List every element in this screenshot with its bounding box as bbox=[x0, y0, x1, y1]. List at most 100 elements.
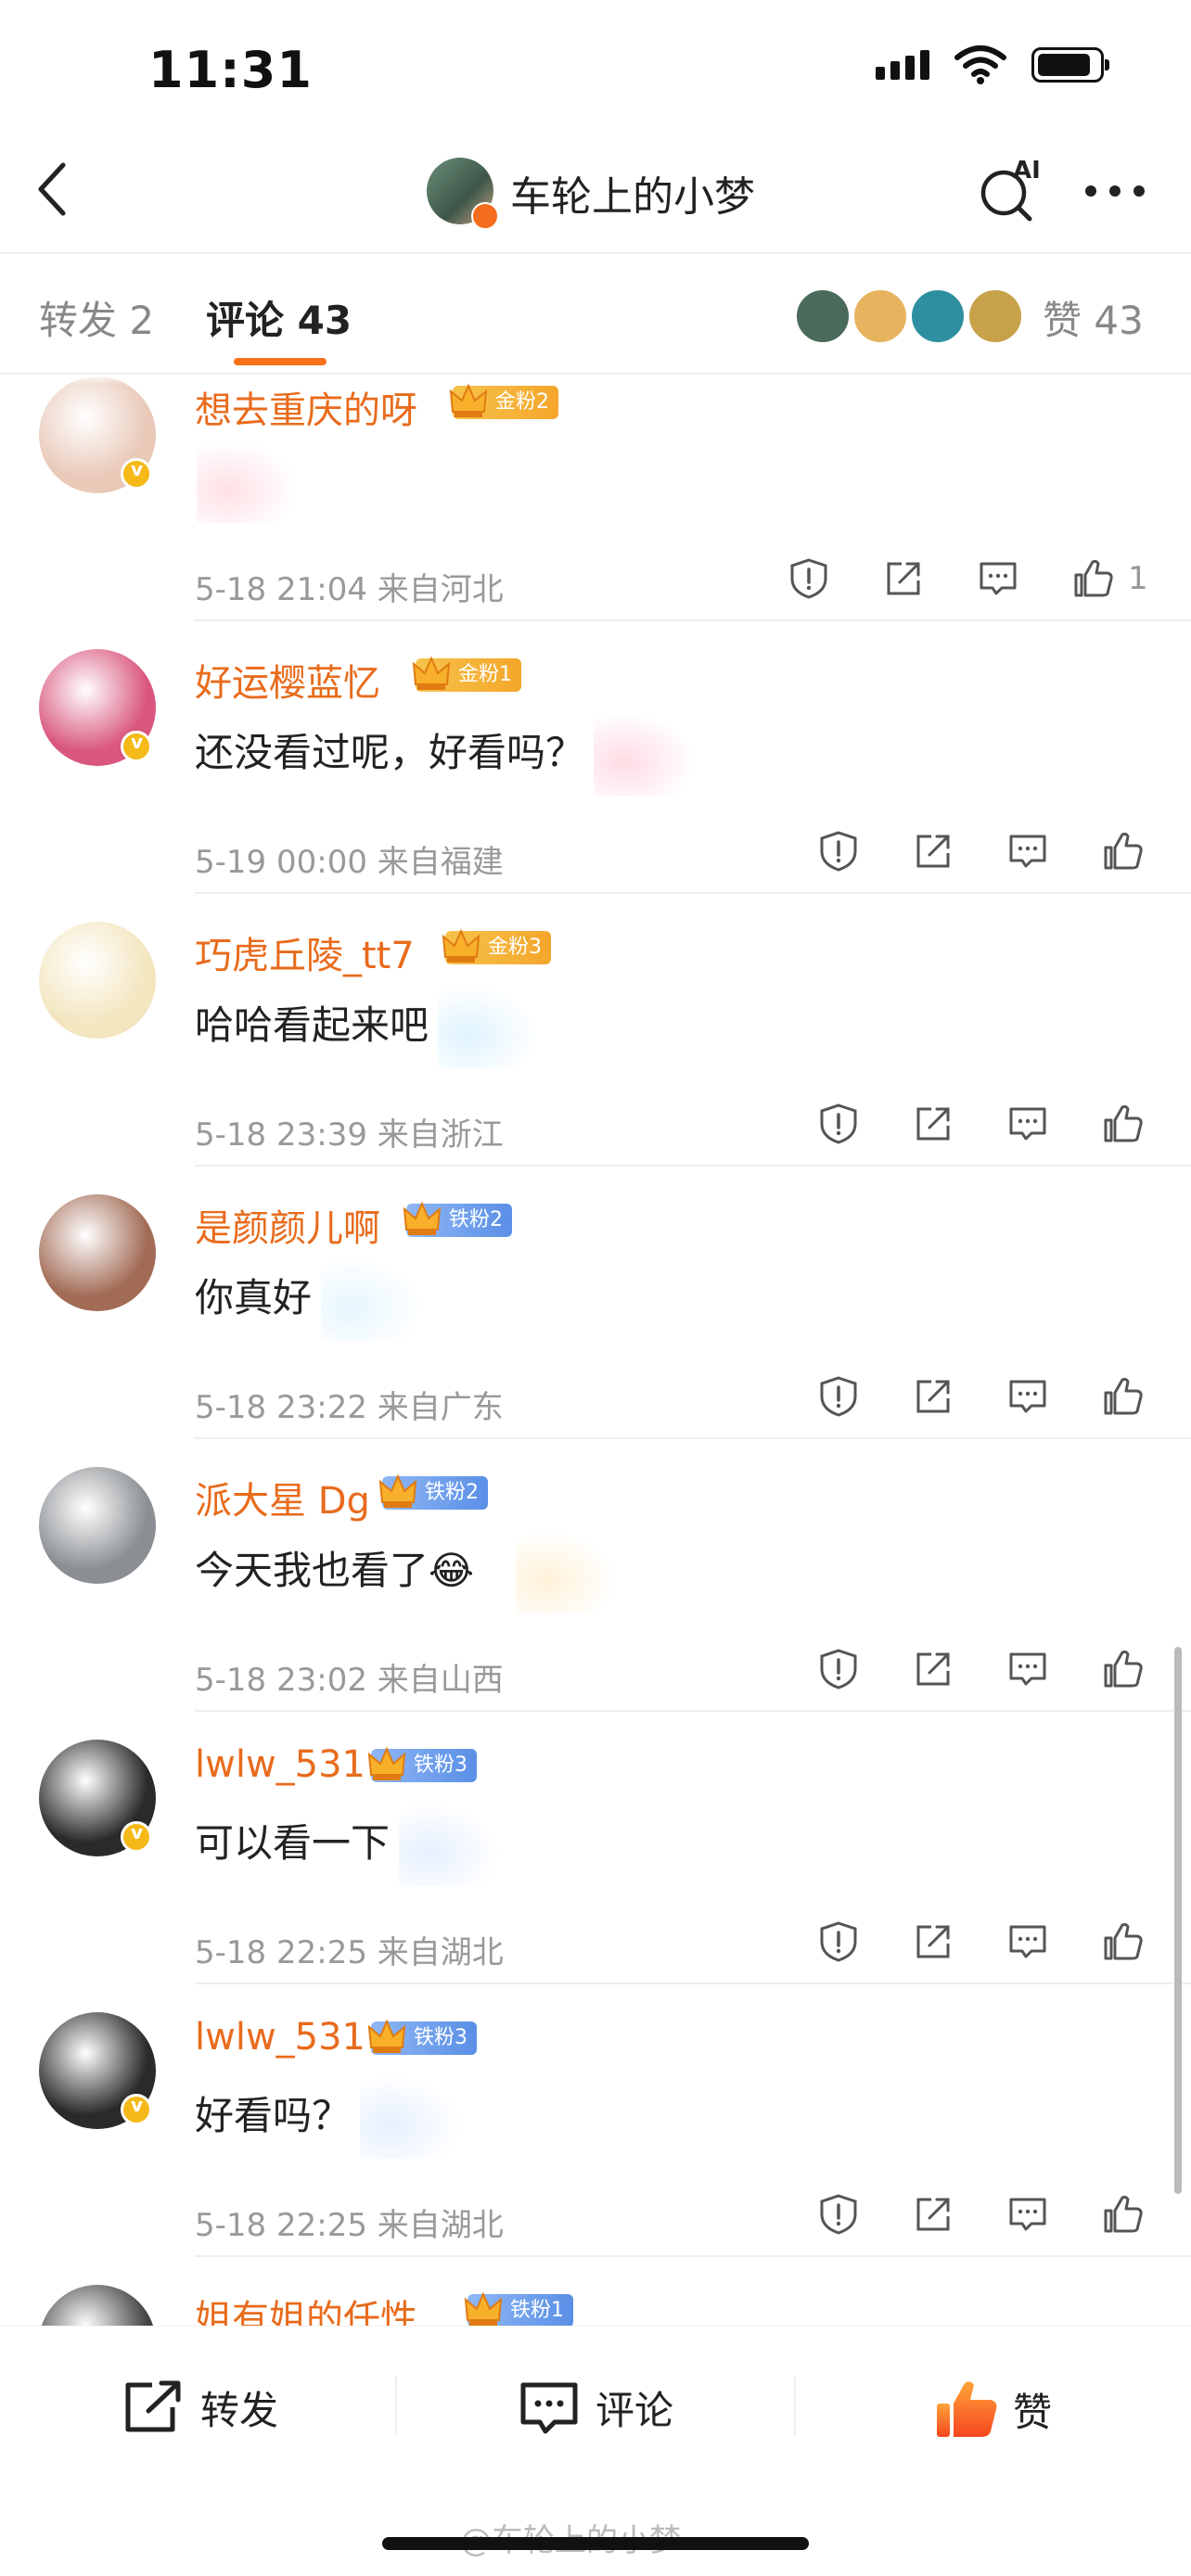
report-icon[interactable] bbox=[816, 1374, 861, 1419]
comment-sticker bbox=[438, 985, 540, 1068]
crown-icon bbox=[403, 1201, 442, 1235]
commenter-name[interactable]: 是颜颜儿啊 bbox=[195, 1198, 380, 1252]
fan-badge[interactable]: 铁粉2 bbox=[403, 1201, 512, 1237]
thumbs-up-icon[interactable] bbox=[1100, 1919, 1145, 1964]
reply-icon[interactable] bbox=[1005, 1919, 1050, 1964]
fan-badge[interactable]: 铁粉3 bbox=[367, 1746, 477, 1782]
report-icon[interactable] bbox=[816, 829, 861, 874]
commenter-avatar[interactable] bbox=[39, 922, 156, 1039]
share-icon[interactable] bbox=[911, 2192, 955, 2237]
comment-item[interactable]: 好运樱蓝忆 金粉1 还没看过呢，好看吗？ 5-19 00:00 来自福建 bbox=[0, 621, 1191, 894]
status-icons bbox=[876, 45, 1109, 85]
liker-avatar[interactable] bbox=[909, 287, 967, 345]
tab-like[interactable]: 赞 43 bbox=[1043, 289, 1144, 346]
ai-search-icon[interactable]: AI bbox=[978, 156, 1044, 223]
commenter-name[interactable]: 想去重庆的呀 bbox=[195, 380, 417, 434]
commenter-name[interactable]: 巧虎丘陵_tt7 bbox=[195, 925, 415, 979]
verified-badge-icon bbox=[121, 1821, 152, 1853]
liker-avatar[interactable] bbox=[794, 287, 852, 345]
fan-badge[interactable]: 铁粉1 bbox=[464, 2291, 573, 2327]
tab-repost[interactable]: 转发 2 bbox=[39, 289, 154, 346]
comment-text: 你真好 bbox=[195, 1275, 313, 1320]
fan-badge[interactable]: 金粉3 bbox=[442, 928, 551, 964]
thumbs-up-icon[interactable] bbox=[1100, 829, 1145, 874]
commenter-name[interactable]: lwlw_531 bbox=[195, 2016, 365, 2059]
fan-badge[interactable]: 铁粉2 bbox=[378, 1473, 488, 1510]
verified-badge-icon bbox=[471, 202, 499, 230]
report-icon[interactable] bbox=[816, 2192, 861, 2237]
reply-icon[interactable] bbox=[1005, 1647, 1050, 1691]
reply-icon[interactable] bbox=[976, 556, 1020, 601]
comment-sticker bbox=[516, 1530, 618, 1613]
comment-label: 评论 bbox=[596, 2387, 674, 2433]
commenter-avatar[interactable] bbox=[39, 1194, 156, 1311]
comment-meta: 5-18 23:39 来自浙江 bbox=[195, 1116, 504, 1154]
more-options-icon[interactable] bbox=[1085, 185, 1145, 197]
report-icon[interactable] bbox=[787, 556, 831, 601]
fan-badge-label: 金粉1 bbox=[458, 663, 512, 686]
list-top-fade bbox=[0, 375, 1191, 384]
comment-item[interactable]: lwlw_531 铁粉3 好看吗？ 5-18 22:25 来自湖北 bbox=[0, 1984, 1191, 2257]
like-count: 1 bbox=[1128, 560, 1148, 597]
comment-sticker bbox=[594, 712, 696, 796]
share-icon[interactable] bbox=[881, 556, 926, 601]
fan-badge[interactable]: 金粉2 bbox=[449, 383, 558, 419]
commenter-name[interactable]: 派大星 Dg bbox=[195, 1471, 370, 1524]
home-indicator[interactable] bbox=[382, 2537, 809, 2550]
tab-comment[interactable]: 评论 43 bbox=[206, 289, 352, 346]
comment-text: 还没看过呢，好看吗？ bbox=[195, 730, 585, 775]
back-icon[interactable] bbox=[32, 159, 76, 219]
comment-item[interactable]: 想去重庆的呀 金粉2 5-18 21:04 来自河北 1 bbox=[0, 375, 1191, 621]
share-icon[interactable] bbox=[911, 1647, 955, 1691]
commenter-avatar[interactable] bbox=[39, 1467, 156, 1584]
comment-meta: 5-19 00:00 来自福建 bbox=[195, 844, 504, 881]
crown-icon bbox=[412, 656, 451, 690]
fan-badge-label: 铁粉1 bbox=[510, 2299, 564, 2322]
repost-icon bbox=[125, 2380, 181, 2432]
comment-item[interactable]: lwlw_531 铁粉3 可以看一下 5-18 22:25 来自湖北 bbox=[0, 1712, 1191, 1984]
fan-badge[interactable]: 铁粉3 bbox=[367, 2019, 477, 2055]
active-tab-indicator bbox=[234, 358, 327, 365]
reply-icon[interactable] bbox=[1005, 1102, 1050, 1146]
thumbs-up-icon[interactable] bbox=[1070, 556, 1115, 601]
crown-icon bbox=[378, 1473, 417, 1508]
commenter-name[interactable]: 好运樱蓝忆 bbox=[195, 653, 380, 707]
like-button[interactable]: 赞 bbox=[933, 2378, 1052, 2441]
thumbs-up-icon bbox=[937, 2381, 997, 2437]
comment-item[interactable]: 是颜颜儿啊 铁粉2 你真好 5-18 23:22 来自广东 bbox=[0, 1167, 1191, 1439]
bottom-separator bbox=[395, 2376, 397, 2435]
reply-icon[interactable] bbox=[1005, 1374, 1050, 1419]
comment-item[interactable]: 巧虎丘陵_tt7 金粉3 哈哈看起来吧 5-18 23:39 来自浙江 bbox=[0, 894, 1191, 1167]
share-icon[interactable] bbox=[911, 1374, 955, 1419]
fan-badge-label: 铁粉2 bbox=[425, 1481, 479, 1504]
liker-avatar[interactable] bbox=[967, 287, 1024, 345]
fan-badge[interactable]: 金粉1 bbox=[412, 656, 521, 692]
repost-button[interactable]: 转发 bbox=[121, 2378, 278, 2437]
commenter-name[interactable]: lwlw_531 bbox=[195, 1743, 365, 1786]
comment-item[interactable]: 派大星 Dg 铁粉2 今天我也看了😂 5-18 23:02 来自山西 bbox=[0, 1439, 1191, 1712]
thumbs-up-icon[interactable] bbox=[1100, 1102, 1145, 1146]
nav-divider bbox=[0, 252, 1191, 254]
ai-label: AI bbox=[1013, 157, 1041, 185]
comment-actions bbox=[766, 2192, 1145, 2237]
thumbs-up-icon[interactable] bbox=[1100, 1374, 1145, 1419]
share-icon[interactable] bbox=[911, 829, 955, 874]
report-icon[interactable] bbox=[816, 1102, 861, 1146]
comment-button[interactable]: 评论 bbox=[516, 2378, 673, 2437]
author-name[interactable]: 车轮上的小梦 bbox=[510, 163, 755, 223]
report-icon[interactable] bbox=[816, 1647, 861, 1691]
share-icon[interactable] bbox=[911, 1102, 955, 1146]
thumbs-up-icon[interactable] bbox=[1100, 1647, 1145, 1691]
liker-avatar[interactable] bbox=[852, 287, 909, 345]
share-icon[interactable] bbox=[911, 1919, 955, 1964]
fan-badge-label: 铁粉2 bbox=[449, 1208, 503, 1231]
thumbs-up-icon[interactable] bbox=[1100, 2192, 1145, 2237]
comment-actions bbox=[766, 829, 1145, 874]
scrollbar[interactable] bbox=[1174, 1647, 1182, 2194]
comment-actions bbox=[766, 1374, 1145, 1419]
reply-icon[interactable] bbox=[1005, 829, 1050, 874]
comment-sticker bbox=[399, 1803, 501, 1886]
reply-icon[interactable] bbox=[1005, 2192, 1050, 2237]
report-icon[interactable] bbox=[816, 1919, 861, 1964]
verified-badge-icon bbox=[121, 458, 152, 490]
